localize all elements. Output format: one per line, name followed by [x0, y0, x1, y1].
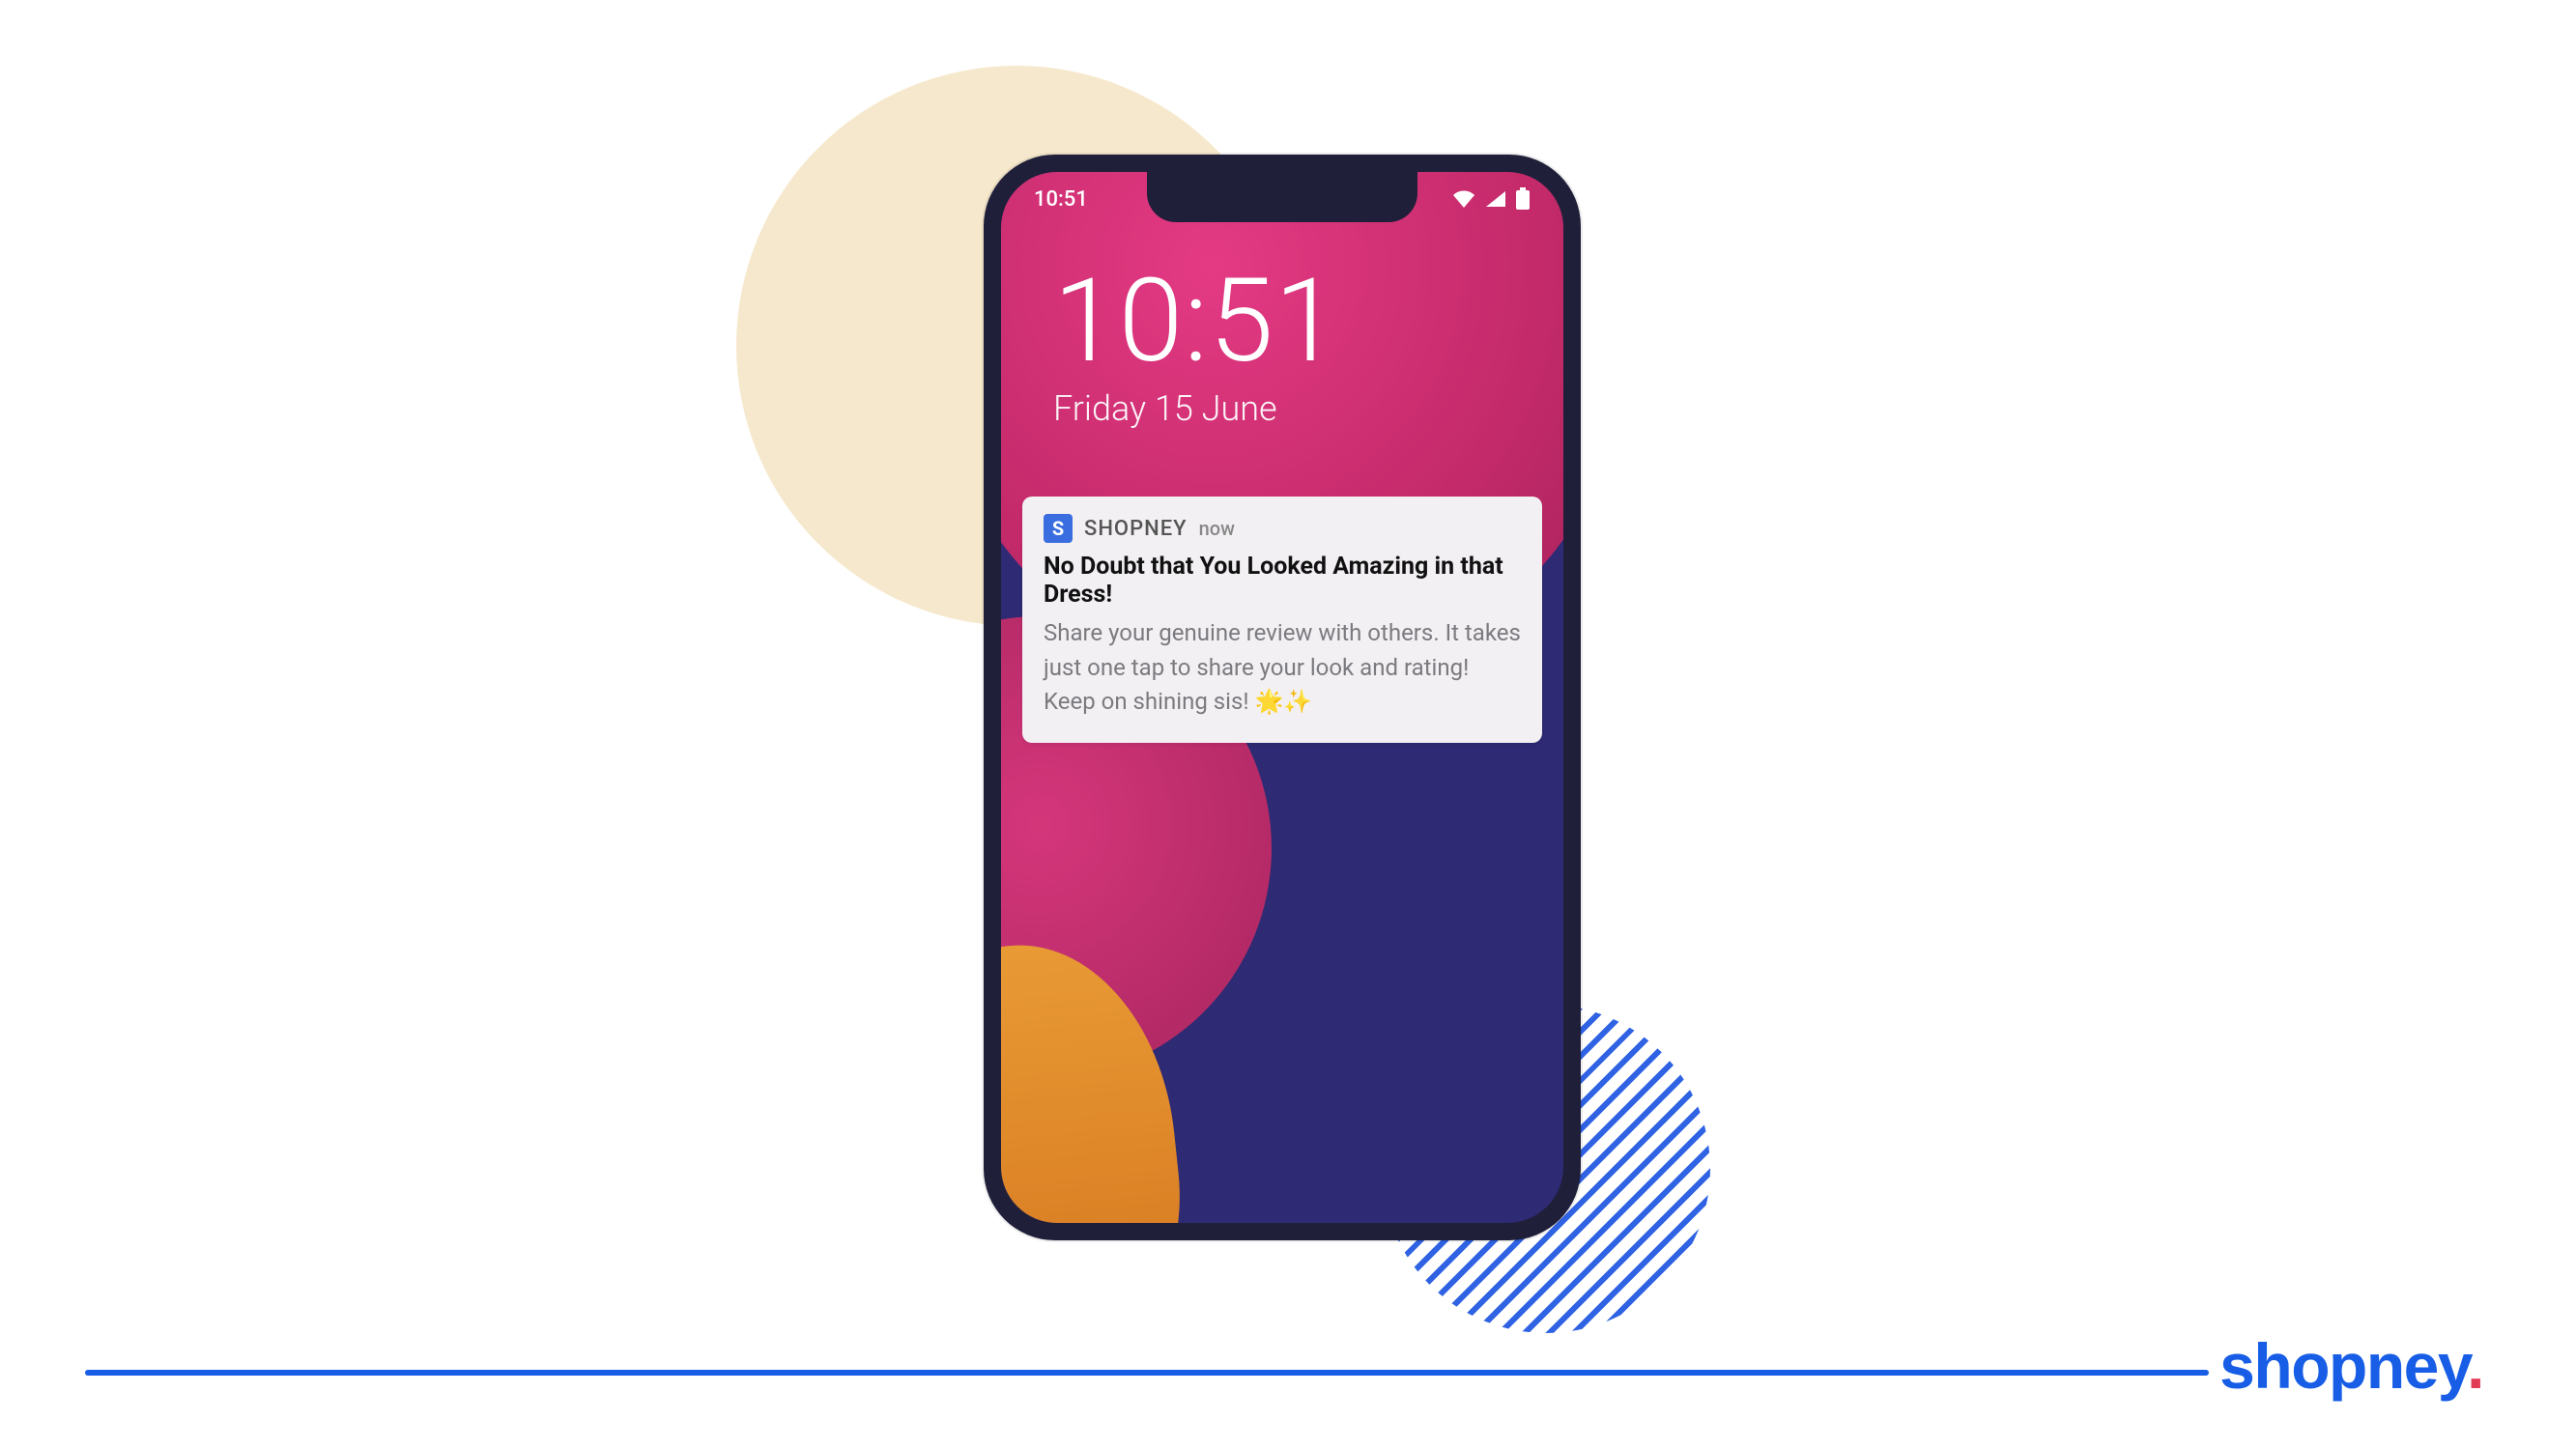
notification-title: No Doubt that You Looked Amazing in that…	[1044, 553, 1521, 609]
footer-divider	[85, 1370, 2209, 1376]
status-time: 10:51	[1034, 187, 1088, 212]
wifi-icon	[1451, 189, 1476, 209]
brand-dot: .	[2467, 1330, 2483, 1402]
notification-body: Share your genuine review with others. I…	[1044, 616, 1521, 720]
notification-app-icon: S	[1044, 514, 1073, 543]
notification-card[interactable]: S SHOPNEY now No Doubt that You Looked A…	[1022, 497, 1542, 743]
notification-when: now	[1199, 517, 1235, 540]
battery-icon	[1515, 187, 1531, 211]
notification-app-name: SHOPNEY now	[1084, 517, 1235, 541]
brand-name: shopney	[2219, 1330, 2467, 1402]
signal-icon	[1486, 191, 1505, 207]
phone-screen: 10:51 10:51 Friday 15 June S	[1001, 172, 1563, 1223]
notification-app-label: SHOPNEY	[1084, 517, 1188, 541]
lock-time: 10:51	[1053, 261, 1339, 383]
status-bar: 10:51	[1001, 172, 1563, 226]
lock-clock: 10:51 Friday 15 June	[1053, 261, 1339, 429]
notification-header: S SHOPNEY now	[1044, 514, 1521, 543]
lock-date: Friday 15 June	[1053, 388, 1339, 429]
brand-logo: shopney.	[2219, 1329, 2483, 1403]
status-icons	[1451, 187, 1531, 211]
marketing-illustration: 10:51 10:51 Friday 15 June S	[0, 0, 2576, 1449]
phone-frame: 10:51 10:51 Friday 15 June S	[984, 155, 1581, 1240]
